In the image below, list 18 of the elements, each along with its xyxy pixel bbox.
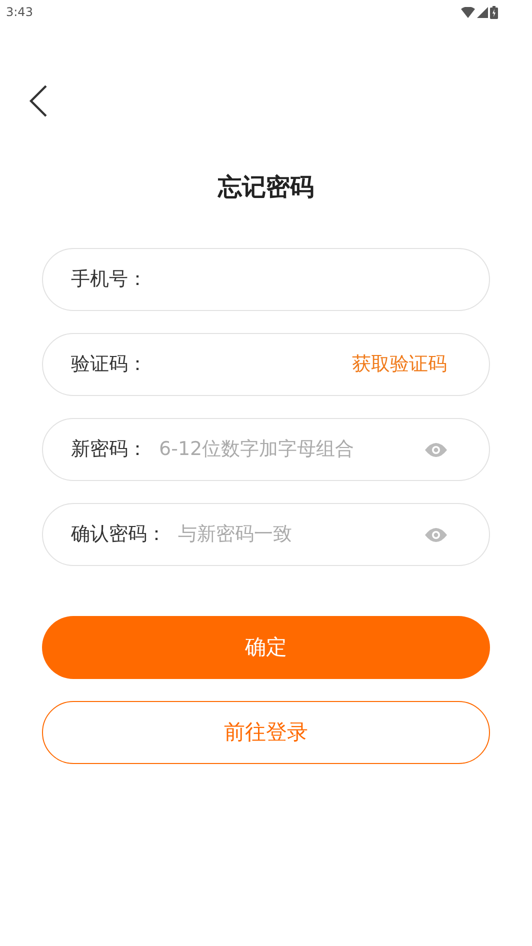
battery-icon: [490, 6, 498, 18]
eye-icon[interactable]: [425, 442, 447, 456]
page-title: 忘记密码: [218, 172, 314, 203]
placeholder-text: 与新密码一致: [178, 523, 292, 546]
field-label: 验证码：: [71, 352, 147, 378]
input-field[interactable]: 新密码： 6-12位数字加字母组合: [42, 418, 490, 481]
status-time: 3:43: [6, 4, 33, 21]
input-field[interactable]: 手机号：: [42, 248, 490, 311]
input-field[interactable]: 验证码： 获取验证码: [42, 333, 490, 396]
field-label: 手机号：: [71, 267, 147, 292]
field-label: 确认密码：: [71, 522, 166, 548]
eye-icon[interactable]: [425, 528, 447, 542]
input-field[interactable]: 确认密码： 与新密码一致: [42, 503, 490, 566]
wifi-icon: [461, 6, 475, 18]
signal-icon: [477, 6, 488, 18]
field-label: 新密码：: [71, 437, 147, 462]
placeholder-text: 6-12位数字加字母组合: [159, 438, 354, 460]
back-icon[interactable]: [29, 85, 47, 117]
